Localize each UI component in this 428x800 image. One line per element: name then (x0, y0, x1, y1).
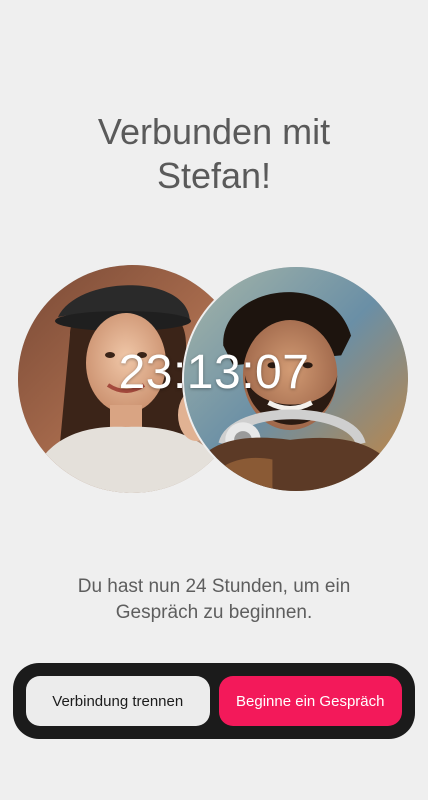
title-line-2: Stefan! (156, 155, 272, 196)
action-bar: Verbindung trennen Beginne ein Gespräch (13, 663, 415, 739)
start-conversation-button[interactable]: Beginne ein Gespräch (218, 676, 402, 726)
countdown-timer: 23:13:07 (118, 346, 310, 399)
page-title: Verbunden mit Stefan! (0, 110, 428, 198)
disconnect-button[interactable]: Verbindung trennen (26, 676, 210, 726)
info-text: Du hast nun 24 Stunden, um ein Gespräch … (77, 576, 351, 623)
title-line-1: Verbunden mit (97, 111, 331, 152)
